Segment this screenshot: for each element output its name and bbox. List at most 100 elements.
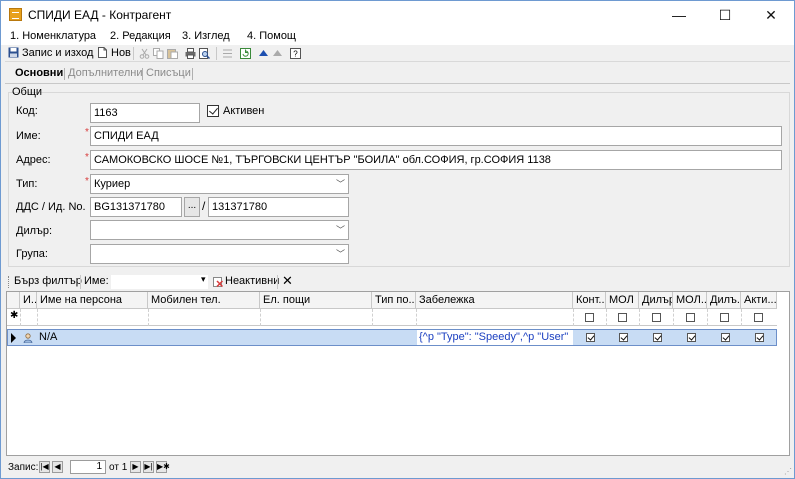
- new-row[interactable]: ✱: [7, 309, 777, 326]
- prev-record-button[interactable]: ◀: [52, 461, 63, 473]
- required-mark: *: [85, 152, 89, 163]
- print-preview-icon[interactable]: [199, 48, 210, 59]
- type-combo[interactable]: Куриер ﹀: [90, 174, 349, 194]
- next-record-button[interactable]: ▶: [130, 461, 141, 473]
- code-label: Код:: [16, 105, 38, 117]
- chevron-down-icon[interactable]: ﹀: [336, 175, 345, 193]
- mol-2-checkbox[interactable]: [687, 333, 696, 342]
- dealer-checkbox[interactable]: [653, 333, 662, 342]
- chevron-down-icon[interactable]: ﹀: [336, 221, 345, 239]
- new-button[interactable]: Нов: [97, 46, 131, 60]
- column-header-dealer-2[interactable]: Дилъ...: [707, 292, 741, 309]
- note-cell[interactable]: {^p "Type": "Speedy",^p "User": [417, 330, 573, 345]
- title-bar: СПИДИ ЕАД - Контрагент — ☐ ✕: [1, 1, 794, 29]
- group-combo[interactable]: ﹀: [90, 244, 349, 264]
- paste-icon[interactable]: [167, 48, 178, 59]
- column-header-icon[interactable]: И...: [20, 292, 37, 309]
- maximize-button[interactable]: ☐: [702, 1, 748, 29]
- column-header-mol-2[interactable]: МОЛ...: [673, 292, 707, 309]
- new-record-button[interactable]: ▶✱: [156, 461, 170, 473]
- new-row-active-checkbox[interactable]: [754, 313, 763, 322]
- name-field[interactable]: СПИДИ ЕАД: [90, 126, 782, 146]
- inactive-filter-icon: [213, 277, 223, 287]
- list-icon[interactable]: [222, 48, 233, 59]
- required-mark: *: [85, 176, 89, 187]
- menu-nomenclature[interactable]: 1. Номенклатура: [10, 30, 96, 42]
- chevron-down-icon[interactable]: ﹀: [336, 245, 345, 263]
- minimize-button[interactable]: —: [656, 1, 702, 29]
- id-field[interactable]: 131371780: [208, 197, 349, 217]
- save-exit-button[interactable]: Запис и изход: [8, 46, 93, 60]
- tab-lists[interactable]: Списъци: [146, 67, 191, 79]
- new-document-icon: [98, 47, 107, 58]
- column-header-mol[interactable]: МОЛ: [606, 292, 639, 309]
- dealer-combo[interactable]: ﹀: [90, 220, 349, 240]
- person-name-cell[interactable]: N/A: [39, 330, 147, 345]
- help-icon[interactable]: ?: [290, 48, 301, 59]
- dealer-2-checkbox[interactable]: [721, 333, 730, 342]
- column-header-dealer[interactable]: Дилър: [639, 292, 673, 309]
- toolbar-separator: [216, 47, 217, 60]
- copy-icon[interactable]: [153, 48, 164, 59]
- address-field[interactable]: САМОКОВСКО ШОСЕ №1, ТЪРГОВСКИ ЦЕНТЪР "БО…: [90, 150, 782, 170]
- code-field[interactable]: 1163: [90, 103, 200, 123]
- group-field-label: Група:: [16, 248, 48, 260]
- type-cell[interactable]: [374, 330, 416, 345]
- chevron-down-icon[interactable]: ▾: [201, 274, 206, 285]
- new-row-mol-2-checkbox[interactable]: [686, 313, 695, 322]
- column-header-person-name[interactable]: Име на персона: [37, 292, 148, 309]
- active-checkbox[interactable]: [207, 105, 219, 117]
- cut-icon[interactable]: [139, 48, 150, 59]
- grid-line: [260, 309, 261, 326]
- filter-name-input[interactable]: [111, 275, 208, 289]
- inactive-toggle[interactable]: Неактивни: [225, 275, 279, 287]
- column-header-type[interactable]: Тип по...: [372, 292, 416, 309]
- new-row-contact-checkbox[interactable]: [585, 313, 594, 322]
- column-header-note[interactable]: Забележка: [416, 292, 573, 309]
- column-header-contact[interactable]: Конт...: [573, 292, 606, 309]
- active-checkbox-cell[interactable]: [755, 333, 764, 342]
- type-value: Куриер: [94, 178, 131, 190]
- arrow-down-icon[interactable]: [272, 48, 283, 59]
- contact-checkbox[interactable]: [586, 333, 595, 342]
- first-record-button[interactable]: |◀: [39, 461, 50, 473]
- table-row[interactable]: N/A {^p "Type": "Speedy",^p "User": [7, 329, 777, 346]
- menu-view[interactable]: 3. Изглед: [182, 30, 230, 42]
- new-row-mol-checkbox[interactable]: [618, 313, 627, 322]
- contractor-window: СПИДИ ЕАД - Контрагент — ☐ ✕ 1. Номенкла…: [0, 0, 795, 479]
- clear-filter-button[interactable]: ✕: [282, 273, 293, 289]
- print-icon[interactable]: [185, 48, 196, 59]
- tab-separator: [192, 68, 193, 80]
- vat-field[interactable]: BG131371780: [90, 197, 182, 217]
- new-row-dealer-2-checkbox[interactable]: [720, 313, 729, 322]
- floppy-disk-icon: [8, 47, 19, 58]
- tab-strip: Основни Допълнителни Списъци: [5, 64, 790, 84]
- column-header-email[interactable]: Ел. пощи: [260, 292, 372, 309]
- menu-help[interactable]: 4. Помощ: [247, 30, 296, 42]
- address-label: Адрес:: [16, 154, 51, 166]
- tab-additional[interactable]: Допълнителни: [68, 67, 142, 79]
- column-header-active[interactable]: Акти...: [741, 292, 777, 309]
- group-title: Общи: [12, 86, 43, 98]
- required-mark: *: [85, 127, 89, 138]
- column-header-mobile[interactable]: Мобилен тел.: [148, 292, 260, 309]
- mol-checkbox[interactable]: [619, 333, 628, 342]
- grip-handle[interactable]: [8, 276, 10, 288]
- refresh-icon[interactable]: [240, 48, 251, 59]
- vat-label: ДДС / Ид. No.: [16, 201, 86, 213]
- menu-edit[interactable]: 2. Редакция: [110, 30, 171, 42]
- grid-line: [416, 309, 417, 326]
- toolbar-separator: [133, 47, 134, 60]
- arrow-up-icon[interactable]: [258, 48, 269, 59]
- close-button[interactable]: ✕: [748, 1, 794, 29]
- last-record-button[interactable]: ▶|: [143, 461, 154, 473]
- email-cell[interactable]: [262, 330, 372, 345]
- resize-grip-icon[interactable]: ⋰: [784, 467, 792, 476]
- svg-text:?: ?: [293, 50, 298, 59]
- tab-general[interactable]: Основни: [15, 67, 63, 79]
- record-number-input[interactable]: 1: [70, 460, 106, 474]
- new-row-dealer-checkbox[interactable]: [652, 313, 661, 322]
- vat-lookup-button[interactable]: ...: [184, 197, 200, 217]
- grid-line: [20, 309, 21, 326]
- mobile-cell[interactable]: [150, 330, 260, 345]
